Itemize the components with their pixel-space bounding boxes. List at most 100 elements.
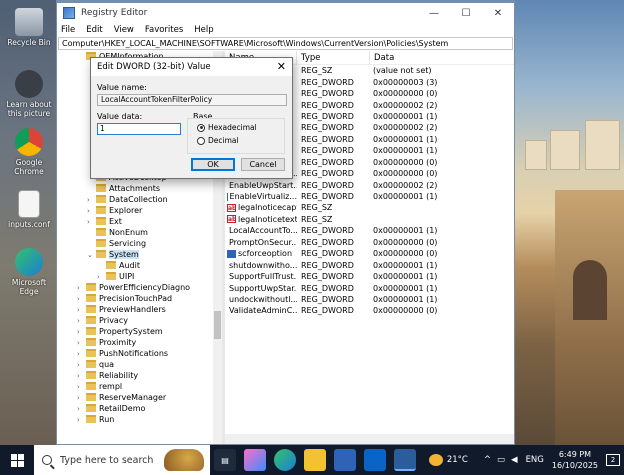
address-bar[interactable]: Computer\HKEY_LOCAL_MACHINE\SOFTWARE\Mic… <box>58 37 513 50</box>
expand-arrow-icon[interactable]: › <box>77 415 86 426</box>
clock[interactable]: 6:49 PM 16/10/2025 <box>552 449 598 471</box>
tree-node[interactable]: › Run <box>57 414 222 425</box>
tree-node-label: PreviewHandlers <box>99 305 166 314</box>
tree-node[interactable]: Attachments <box>57 183 222 194</box>
registry-value-row[interactable]: EnableUwpStart... REG_DWORD 0x00000002 (2) <box>225 179 514 190</box>
tree-node[interactable]: Servicing <box>57 238 222 249</box>
edge-taskbar-icon[interactable] <box>274 449 296 471</box>
network-icon[interactable]: ▭ <box>497 455 505 465</box>
value-name-label: Value name: <box>97 83 147 92</box>
registry-value-row[interactable]: EnableVirtualiz... REG_DWORD 0x00000001 (1… <box>225 191 514 202</box>
tree-node[interactable]: › qua <box>57 359 222 370</box>
start-button[interactable] <box>0 445 34 475</box>
registry-value-row[interactable]: SupportUwpStar... REG_DWORD 0x00000001 (1) <box>225 282 514 293</box>
dialog-close-button[interactable]: ✕ <box>277 60 286 73</box>
notification-center-icon[interactable]: 2 <box>606 454 620 466</box>
tree-node[interactable]: › PushNotifications <box>57 348 222 359</box>
value-type-cell: REG_DWORD <box>301 226 354 236</box>
taskbar-search-box[interactable]: Type here to search <box>34 445 210 475</box>
value-name-cell: SupportFullTrust... <box>225 272 297 281</box>
value-data-cell: 0x00000001 (1) <box>373 283 438 293</box>
weather-temperature[interactable]: 21°C <box>447 455 468 465</box>
value-type-cell: REG_DWORD <box>301 283 354 293</box>
registry-value-row[interactable]: shutdownwitho... REG_DWORD 0x00000001 (1) <box>225 259 514 270</box>
value-data-cell: 0x00000000 (0) <box>373 306 438 316</box>
tree-node[interactable]: Audit <box>57 260 222 271</box>
registry-value-row[interactable]: ablegalnoticecapti... REG_SZ <box>225 202 514 213</box>
tree-node[interactable]: › Explorer <box>57 205 222 216</box>
value-name-cell: undockwithoutl... <box>225 295 297 304</box>
decimal-radio[interactable]: Decimal <box>197 136 239 145</box>
column-header-data[interactable]: Data <box>370 51 514 65</box>
store-icon[interactable] <box>334 449 356 471</box>
folder-icon <box>96 206 106 214</box>
ok-button[interactable]: OK <box>191 158 235 171</box>
minimize-button[interactable]: — <box>418 3 450 23</box>
tree-node[interactable]: ⌄ System <box>57 249 222 260</box>
tree-node[interactable]: › Ext <box>57 216 222 227</box>
tree-node[interactable]: › DataCollection <box>57 194 222 205</box>
tree-node[interactable]: › Reliability <box>57 370 222 381</box>
tree-node-label: qua <box>99 360 115 369</box>
volume-icon[interactable]: ◀ <box>511 455 518 465</box>
menu-item-help[interactable]: Help <box>194 25 213 35</box>
radio-selected-icon <box>197 123 205 132</box>
value-data-cell: 0x00000001 (1) <box>373 134 438 144</box>
tree-node[interactable]: › RetailDemo <box>57 403 222 414</box>
close-button[interactable]: ✕ <box>482 3 514 23</box>
tree-node[interactable]: › ReserveManager <box>57 392 222 403</box>
registry-value-row[interactable]: LocalAccountTo... REG_DWORD 0x00000001 (1) <box>225 225 514 236</box>
file-explorer-icon[interactable] <box>304 449 326 471</box>
copilot-icon[interactable] <box>244 449 266 471</box>
menu-item-edit[interactable]: Edit <box>86 25 102 35</box>
menu-item-favorites[interactable]: Favorites <box>145 25 183 35</box>
tree-node[interactable]: › Proximity <box>57 337 222 348</box>
desktop-icon-chrome[interactable]: Google Chrome <box>4 128 54 176</box>
desktop-icon-learn-about-picture[interactable]: Learn about this picture <box>4 70 54 118</box>
desktop-icon-label: Learn about this picture <box>6 100 52 118</box>
value-type-cell: REG_DWORD <box>301 123 354 133</box>
maximize-button[interactable]: ☐ <box>450 3 482 23</box>
folder-icon <box>86 393 96 401</box>
tree-node[interactable]: › PrecisionTouchPad <box>57 293 222 304</box>
registry-editor-icon <box>63 7 75 19</box>
folder-icon <box>86 283 96 291</box>
value-data-cell: 0x00000001 (1) <box>373 192 438 202</box>
tree-node[interactable]: › PropertySystem <box>57 326 222 337</box>
desktop-icon-edge[interactable]: Microsoft Edge <box>4 248 54 296</box>
tree-node[interactable]: NonEnum <box>57 227 222 238</box>
registry-value-row[interactable]: SupportFullTrust... REG_DWORD 0x00000001 (… <box>225 271 514 282</box>
registry-editor-taskbar-icon[interactable] <box>394 449 416 471</box>
tree-node[interactable]: › Privacy <box>57 315 222 326</box>
menu-item-file[interactable]: File <box>61 25 75 35</box>
tree-node[interactable]: › PreviewHandlers <box>57 304 222 315</box>
language-indicator[interactable]: ENG <box>526 455 544 465</box>
value-data-cell: 0x00000002 (2) <box>373 100 438 110</box>
registry-value-row[interactable]: ValidateAdminC... REG_DWORD 0x00000000 (0) <box>225 305 514 316</box>
menu-item-view[interactable]: View <box>114 25 134 35</box>
value-data-input[interactable]: 1 <box>97 123 181 135</box>
value-name: legalnoticetext <box>238 214 297 224</box>
desktop-icon-inputs-conf[interactable]: inputs.conf <box>4 190 54 229</box>
tree-node[interactable]: › PowerEfficiencyDiagno <box>57 282 222 293</box>
registry-value-row[interactable]: undockwithoutl... REG_DWORD 0x00000001 (1) <box>225 294 514 305</box>
list-horizontal-scrollbar[interactable] <box>225 434 514 444</box>
desktop-icon-recycle-bin[interactable]: Recycle Bin <box>4 8 54 47</box>
registry-value-row[interactable]: PromptOnSecur... REG_DWORD 0x00000000 (0) <box>225 237 514 248</box>
tree-node[interactable]: › UIPI <box>57 271 222 282</box>
title-bar[interactable]: Registry Editor — ☐ ✕ <box>57 3 514 23</box>
registry-value-row[interactable]: ab legalnoticetext REG_SZ <box>225 214 514 225</box>
tree-node-label: Explorer <box>109 206 143 215</box>
value-type-cell: REG_SZ <box>301 214 333 224</box>
cancel-button[interactable]: Cancel <box>241 158 285 171</box>
value-type-cell: REG_DWORD <box>301 134 354 144</box>
search-icon <box>42 455 52 465</box>
column-header-type[interactable]: Type <box>297 51 370 65</box>
value-data-cell: (value not set) <box>373 66 432 76</box>
registry-value-row[interactable]: scforceoption REG_DWORD 0x00000000 (0) <box>225 248 514 259</box>
show-hidden-icons-icon[interactable]: ^ <box>484 455 491 465</box>
tree-node[interactable]: › rempl <box>57 381 222 392</box>
outlook-icon[interactable] <box>364 449 386 471</box>
hexadecimal-radio[interactable]: Hexadecimal <box>197 123 257 132</box>
task-view-icon[interactable]: ▤ <box>214 449 236 471</box>
